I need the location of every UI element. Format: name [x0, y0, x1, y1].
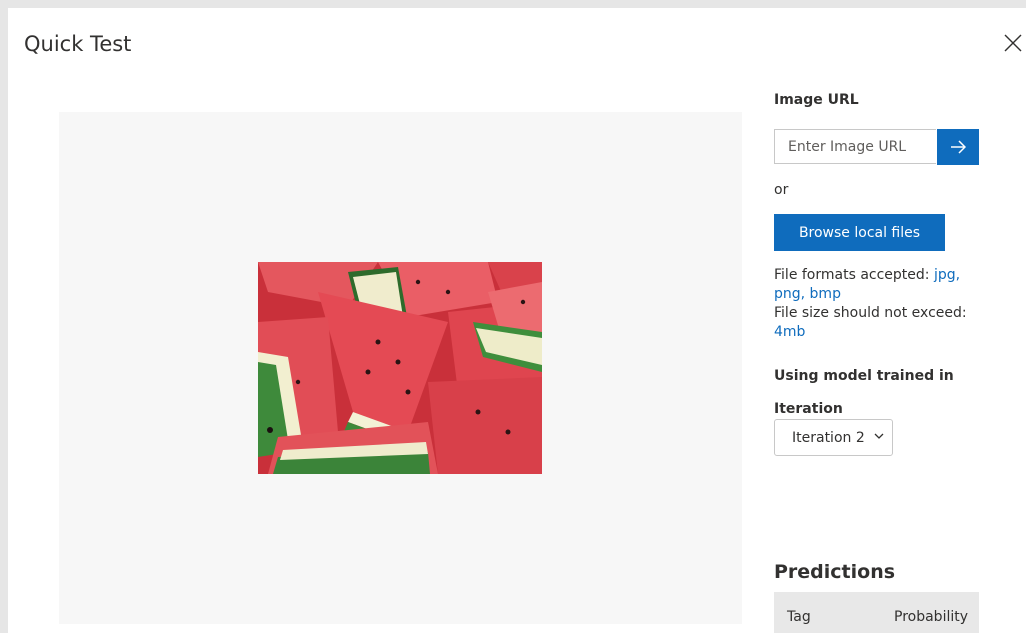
iteration-dropdown[interactable]: Iteration 2	[774, 419, 893, 456]
window-left-border	[0, 0, 8, 633]
test-image-watermelon	[258, 262, 542, 474]
file-info: File formats accepted: jpg, png, bmp Fil…	[774, 266, 984, 342]
predictions-title: Predictions	[774, 561, 896, 583]
close-icon[interactable]	[1003, 33, 1023, 53]
iteration-selected: Iteration 2	[792, 429, 865, 446]
iteration-label: Iteration	[774, 401, 843, 417]
or-separator: or	[774, 182, 789, 198]
browse-local-files-button[interactable]: Browse local files	[774, 214, 945, 251]
file-formats-label: File formats accepted:	[774, 267, 930, 283]
chevron-down-icon	[874, 433, 884, 439]
file-size-label: File size should not exceed:	[774, 305, 967, 321]
file-size-link: 4mb	[774, 324, 806, 340]
image-url-label: Image URL	[774, 92, 859, 108]
model-label: Using model trained in	[774, 368, 954, 384]
predictions-table-header: Tag Probability	[774, 592, 979, 633]
arrow-right-icon	[951, 140, 966, 154]
image-url-input[interactable]	[774, 129, 936, 164]
column-header-probability: Probability	[894, 609, 969, 625]
window-top-border	[0, 0, 1026, 8]
dialog-title: Quick Test	[24, 32, 132, 56]
submit-url-button[interactable]	[937, 129, 979, 165]
column-header-tag: Tag	[787, 609, 811, 625]
